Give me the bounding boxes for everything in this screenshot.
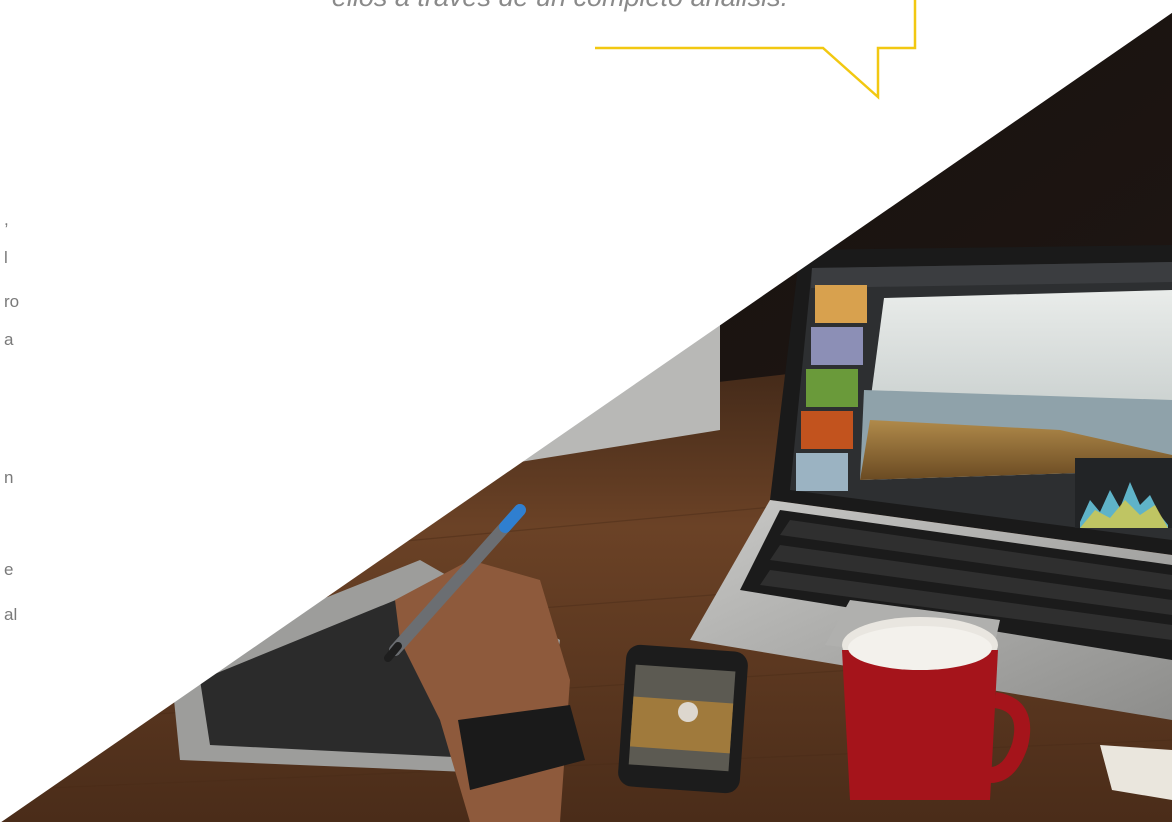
workspace-photo <box>0 11 1172 822</box>
